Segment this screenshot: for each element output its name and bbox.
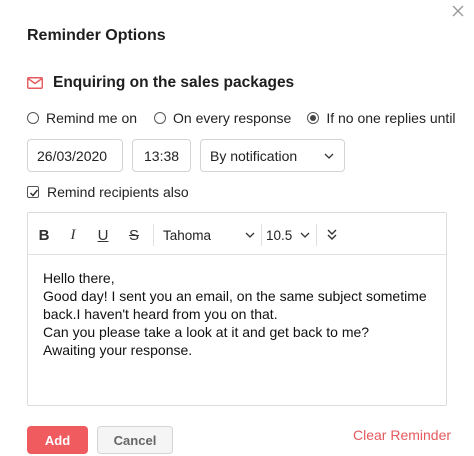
toolbar-divider (153, 224, 154, 246)
chevron-down-icon (324, 153, 334, 159)
subject-row: Enquiring on the sales packages (27, 72, 294, 94)
toolbar-divider (261, 224, 262, 246)
chevron-down-icon (300, 232, 310, 238)
message-line: Awaiting your response. (43, 342, 193, 358)
radio-remind-me-on[interactable]: Remind me on (27, 110, 137, 126)
italic-button[interactable]: I (67, 226, 79, 244)
checkmark-icon (29, 189, 39, 197)
time-value: 13:38 (144, 147, 180, 164)
message-line: Hello there, (43, 270, 115, 286)
time-field[interactable]: 13:38 (132, 139, 191, 172)
message-editor: B I U S Tahoma 10.5 Hello there, Good da… (27, 212, 447, 406)
editor-toolbar: B I U S Tahoma 10.5 (28, 213, 446, 255)
radio-circle[interactable] (27, 112, 39, 124)
font-size-select[interactable]: 10.5 (266, 225, 310, 245)
subject-text: Enquiring on the sales packages (53, 74, 295, 91)
radio-label: On every response (173, 110, 292, 126)
add-button[interactable]: Add (27, 426, 88, 454)
cancel-button[interactable]: Cancel (97, 426, 173, 454)
remind-recipients-checkbox[interactable] (27, 186, 39, 198)
radio-label: If no one replies until (326, 110, 456, 126)
remind-recipients-label: Remind recipients also (47, 184, 189, 200)
message-line: Can you please take a look at it and get… (43, 324, 370, 340)
remind-recipients-option[interactable]: Remind recipients also (27, 182, 189, 202)
notify-via-value: By notification (210, 147, 298, 164)
underline-button[interactable]: U (97, 226, 109, 244)
radio-if-no-one-replies[interactable]: If no one replies until (307, 110, 456, 126)
date-field[interactable]: 26/03/2020 (27, 139, 123, 172)
clear-reminder-link[interactable]: Clear Reminder (353, 427, 451, 443)
chevron-down-icon (245, 232, 255, 238)
date-value: 26/03/2020 (37, 147, 108, 164)
radio-label: Remind me on (46, 110, 138, 126)
font-size-value: 10.5 (266, 227, 293, 243)
double-chevron-down-icon[interactable] (326, 227, 338, 243)
message-line: Good day! I sent you an email, on the sa… (43, 288, 427, 304)
close-icon[interactable] (449, 2, 467, 20)
toolbar-divider (316, 224, 317, 246)
bold-button[interactable]: B (38, 226, 50, 244)
radio-on-every-response[interactable]: On every response (154, 110, 291, 126)
radio-circle[interactable] (154, 112, 167, 124)
font-family-value: Tahoma (163, 227, 212, 243)
font-family-select[interactable]: Tahoma (163, 225, 255, 245)
message-body[interactable]: Hello there, Good day! I sent you an ema… (43, 269, 438, 359)
dialog-title: Reminder Options (27, 27, 166, 44)
message-line: back.I haven't heard from you on that. (43, 306, 278, 322)
strikethrough-button[interactable]: S (128, 226, 140, 244)
radio-circle-selected[interactable] (307, 112, 320, 124)
reminder-type-group: Remind me on On every response If no one… (27, 108, 456, 128)
notify-via-select[interactable]: By notification (200, 139, 345, 172)
mail-icon (27, 77, 43, 89)
